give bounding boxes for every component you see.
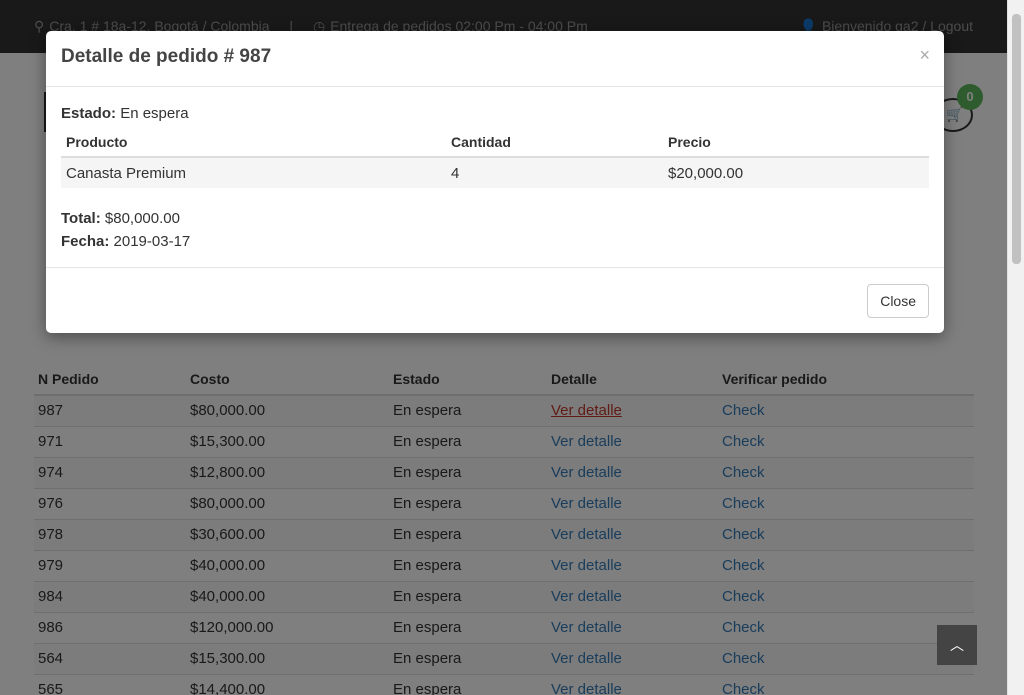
modal-header: Detalle de pedido # 987 × <box>46 31 944 87</box>
page-scrollbar[interactable] <box>1007 0 1024 695</box>
item-quantity: 4 <box>446 157 663 188</box>
status-value: En espera <box>120 105 189 122</box>
col-quantity: Cantidad <box>446 128 663 158</box>
chevron-up-icon: ︿ <box>950 637 964 653</box>
scroll-to-top-button[interactable]: ︿ <box>937 625 977 665</box>
total-line: Total: $80,000.00 <box>61 209 929 228</box>
items-header-row: Producto Cantidad Precio <box>61 128 929 158</box>
scrollbar-thumb[interactable] <box>1012 14 1021 264</box>
col-product: Producto <box>61 128 446 158</box>
order-detail-modal: Detalle de pedido # 987 × Estado: En esp… <box>46 31 944 333</box>
item-product: Canasta Premium <box>61 157 446 188</box>
item-price: $20,000.00 <box>663 157 929 188</box>
modal-footer: Close <box>46 268 944 332</box>
total-value: $80,000.00 <box>104 210 180 227</box>
date-label: Fecha: <box>61 233 110 250</box>
status-label: Estado: <box>61 105 117 122</box>
modal-body: Estado: En espera Producto Cantidad Prec… <box>46 87 944 268</box>
total-label: Total: <box>61 210 101 227</box>
col-price: Precio <box>663 128 929 158</box>
close-icon[interactable]: × <box>919 45 930 66</box>
close-button[interactable]: Close <box>867 284 929 318</box>
status-line: Estado: En espera <box>61 104 929 123</box>
order-items-table: Producto Cantidad Precio Canasta Premium… <box>61 128 929 188</box>
table-row: Canasta Premium 4 $20,000.00 <box>61 157 929 188</box>
modal-title: Detalle de pedido # 987 <box>61 46 272 67</box>
date-value: 2019-03-17 <box>113 233 191 250</box>
date-line: Fecha: 2019-03-17 <box>61 232 929 251</box>
